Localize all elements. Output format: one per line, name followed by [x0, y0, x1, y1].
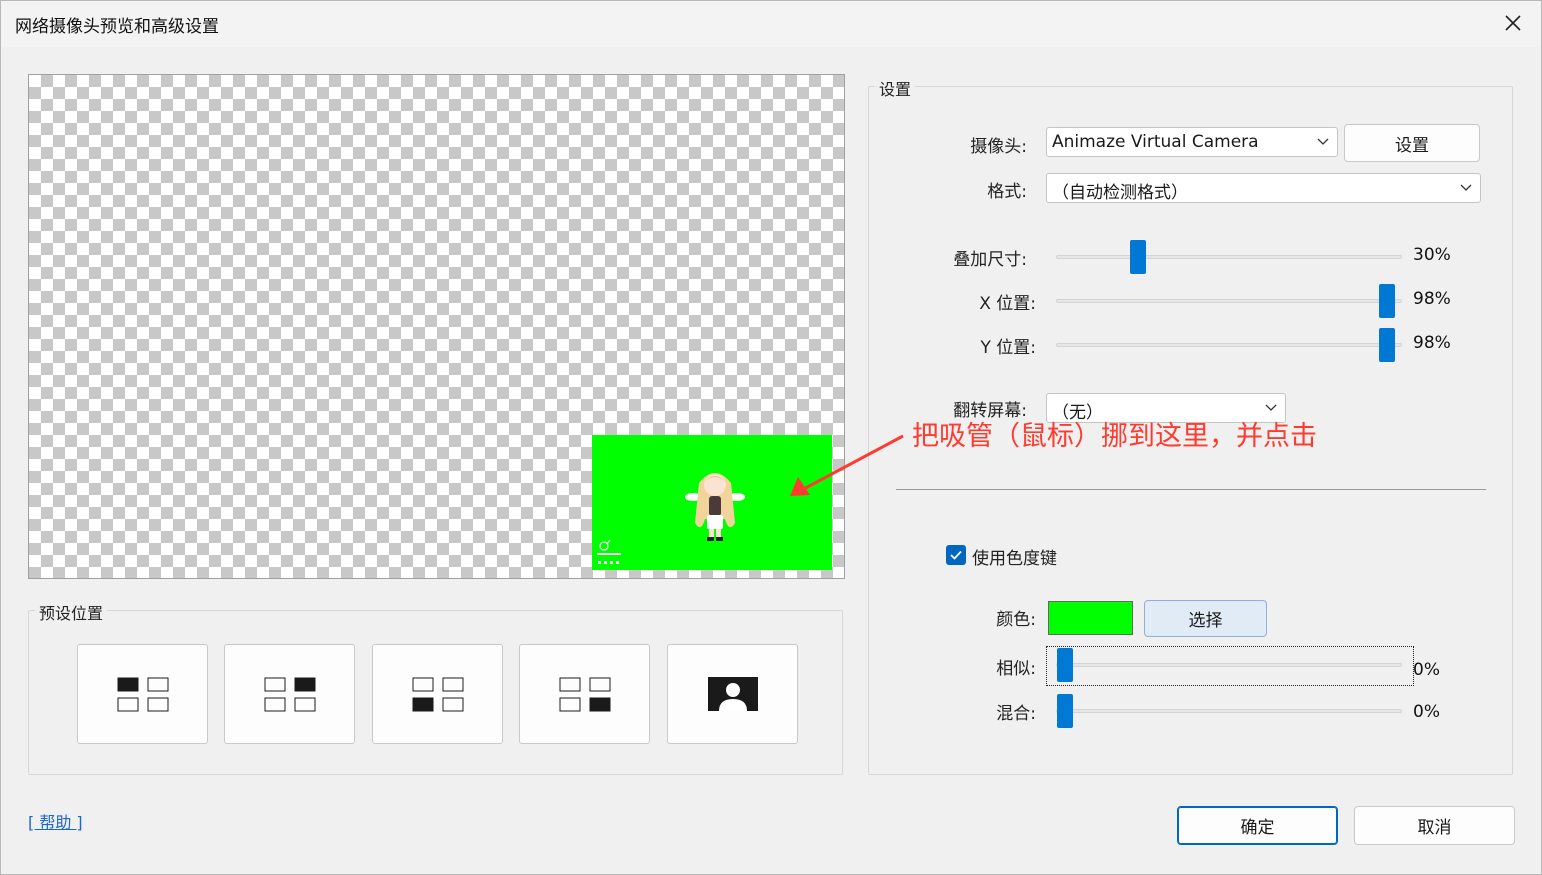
layout-bottom-left-icon — [412, 677, 463, 712]
overlay-size-value: 30% — [1413, 245, 1451, 265]
overlay-size-slider-thumb[interactable] — [1130, 240, 1146, 274]
window-title: 网络摄像头预览和高级设置 — [15, 17, 219, 37]
similarity-slider-thumb[interactable] — [1057, 648, 1073, 682]
annotation-arrow-icon — [790, 434, 904, 496]
color-label: 颜色: — [996, 610, 1036, 630]
blend-label: 混合: — [996, 704, 1036, 724]
y-position-slider-thumb[interactable] — [1379, 328, 1395, 362]
blend-value: 0% — [1413, 702, 1440, 722]
similarity-track[interactable] — [1056, 663, 1402, 667]
preset-fullscreen-button[interactable] — [667, 644, 798, 744]
annotation-text: 把吸管（鼠标）挪到这里，并点击 — [912, 421, 1317, 452]
camera-settings-button[interactable]: 设置 — [1344, 124, 1480, 162]
camera-select[interactable]: Animaze Virtual Camera — [1046, 127, 1338, 157]
color-pick-button[interactable]: 选择 — [1144, 600, 1267, 637]
x-position-track[interactable] — [1056, 299, 1402, 303]
close-button[interactable] — [1493, 6, 1533, 40]
similarity-label: 相似: — [996, 659, 1036, 679]
preset-bottom-right-button[interactable] — [519, 644, 650, 744]
layout-top-right-icon — [264, 677, 315, 712]
x-position-slider-thumb[interactable] — [1379, 284, 1395, 318]
chroma-color-swatch — [1048, 601, 1133, 635]
avatar-character-image — [685, 473, 745, 541]
layout-bottom-right-icon — [559, 677, 610, 712]
chevron-down-icon — [1317, 138, 1329, 145]
layout-top-left-icon — [117, 677, 168, 712]
blend-track[interactable] — [1056, 709, 1402, 713]
preset-top-left-button[interactable] — [77, 644, 208, 744]
animaze-watermark-logo — [597, 539, 621, 564]
overlay-size-track[interactable] — [1056, 255, 1402, 259]
settings-group-label: 设置 — [875, 76, 916, 100]
format-select[interactable]: （自动检测格式） — [1046, 173, 1481, 203]
y-position-label: Y 位置: — [980, 338, 1036, 358]
divider — [896, 489, 1486, 490]
similarity-value: 0% — [1413, 660, 1440, 680]
chevron-down-icon — [1460, 184, 1472, 191]
fullscreen-person-icon — [707, 677, 758, 711]
chroma-key-checkbox[interactable] — [946, 545, 966, 565]
x-position-value: 98% — [1413, 289, 1451, 309]
ok-button[interactable]: 确定 — [1177, 806, 1338, 845]
y-position-value: 98% — [1413, 333, 1451, 353]
cancel-button[interactable]: 取消 — [1354, 806, 1515, 845]
close-icon — [1505, 15, 1521, 31]
preset-position-label: 预设位置 — [35, 600, 108, 624]
chroma-key-label[interactable]: 使用色度键 — [972, 544, 1057, 569]
camera-select-value: Animaze Virtual Camera — [1052, 132, 1259, 152]
dialog-window: 网络摄像头预览和高级设置 预设位置 [帮助] 设置 摄像头: Animaze… — [0, 0, 1542, 875]
blend-slider-thumb[interactable] — [1057, 694, 1073, 728]
format-label: 格式: — [987, 182, 1027, 202]
camera-preview[interactable] — [28, 74, 845, 579]
checkmark-icon — [950, 550, 962, 560]
chevron-down-icon — [1265, 404, 1277, 411]
camera-label: 摄像头: — [970, 137, 1027, 157]
preset-bottom-left-button[interactable] — [372, 644, 503, 744]
preset-top-right-button[interactable] — [224, 644, 355, 744]
title-bar: 网络摄像头预览和高级设置 — [1, 1, 1541, 47]
help-link[interactable]: [ 帮助 ] — [28, 809, 83, 833]
overlay-size-label: 叠加尺寸: — [953, 250, 1027, 270]
x-position-label: X 位置: — [979, 294, 1036, 314]
format-select-value: （自动检测格式） — [1052, 183, 1188, 203]
y-position-track[interactable] — [1056, 343, 1402, 347]
